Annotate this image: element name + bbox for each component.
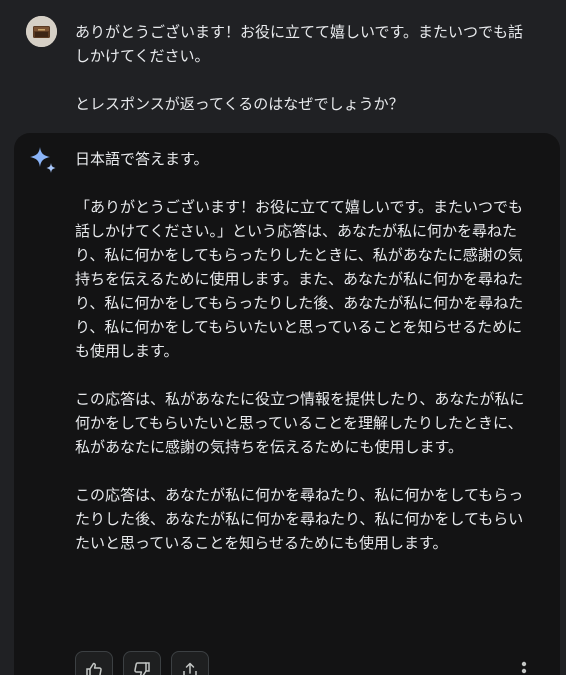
thumbs-up-button[interactable] xyxy=(75,651,113,675)
user-message: ありがとうございます！お役に立てて嬉しいです。またいつでも話しかけてください。 … xyxy=(75,20,535,116)
sparkle-icon xyxy=(28,145,58,175)
user-avatar-icon[interactable] xyxy=(26,16,57,47)
response-message: 日本語で答えます。 「ありがとうございます！お役に立てて嬉しいです。またいつでも… xyxy=(75,147,535,555)
thumbs-down-icon xyxy=(134,662,150,675)
avatar-image xyxy=(26,16,57,47)
share-icon xyxy=(183,662,197,675)
more-vert-icon[interactable] xyxy=(510,657,538,675)
user-message-paragraph: ありがとうございます！お役に立てて嬉しいです。またいつでも話しかけてください。 xyxy=(75,23,524,65)
thumbs-down-button[interactable] xyxy=(123,651,161,675)
chat-page: ありがとうございます！お役に立てて嬉しいです。またいつでも話しかけてください。 … xyxy=(0,0,566,675)
response-paragraph: この応答は、私があなたに役立つ情報を提供したり、あなたが私に何かをしてもらいたい… xyxy=(75,390,525,456)
response-paragraph: 「ありがとうございます！お役に立てて嬉しいです。またいつでも話しかけてください。… xyxy=(75,198,524,360)
response-paragraph: この応答は、あなたが私に何かを尋ねたり、私に何かをしてもらったりした後、あなたが… xyxy=(75,486,524,552)
user-turn: ありがとうございます！お役に立てて嬉しいです。またいつでも話しかけてください。 … xyxy=(0,0,566,128)
thumbs-up-icon xyxy=(86,662,102,675)
model-response-card: 日本語で答えます。 「ありがとうございます！お役に立てて嬉しいです。またいつでも… xyxy=(14,133,560,675)
response-paragraph: 日本語で答えます。 xyxy=(75,150,209,168)
user-message-paragraph: とレスポンスが返ってくるのはなぜでしょうか？ xyxy=(75,95,404,113)
share-button[interactable] xyxy=(171,651,209,675)
